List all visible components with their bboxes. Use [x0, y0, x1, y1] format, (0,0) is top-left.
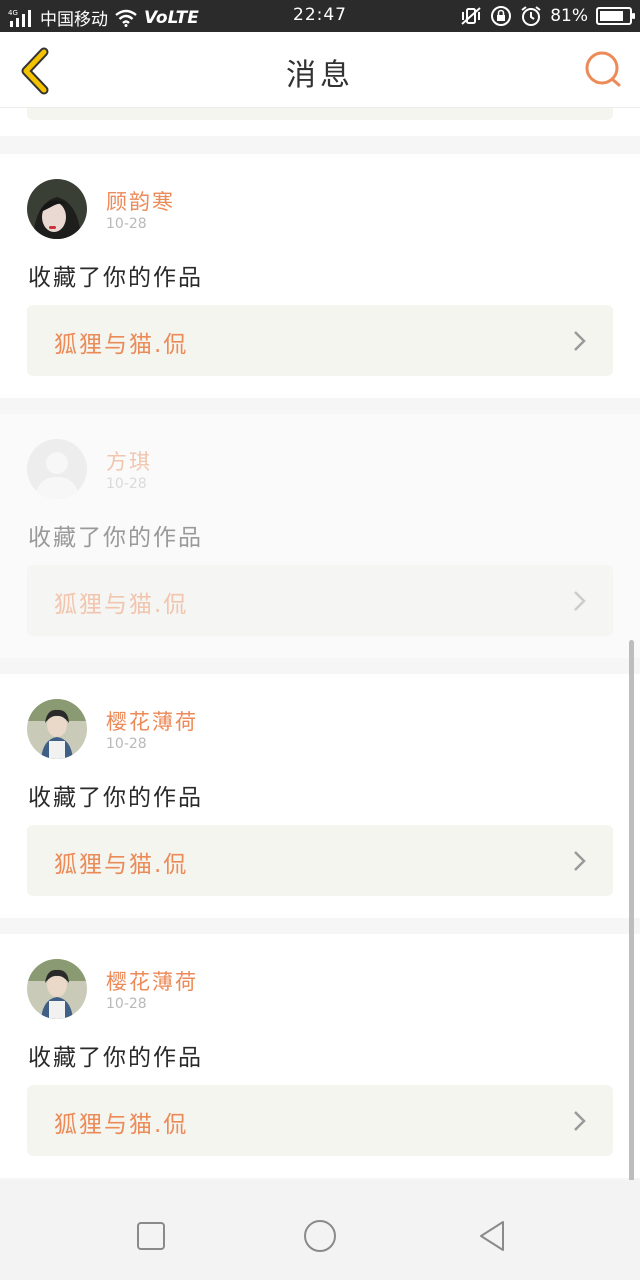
- work-title: 狐狸与猫.侃: [54, 1112, 189, 1138]
- message-date: 10-28: [106, 996, 147, 1012]
- message-text: 收藏了你的作品: [28, 785, 203, 811]
- user-name[interactable]: 顾韵寒: [106, 186, 175, 216]
- scrollbar[interactable]: [629, 640, 634, 1180]
- search-icon[interactable]: [582, 48, 626, 92]
- battery-icon: [596, 7, 635, 25]
- work-link[interactable]: 狐狸与猫.侃: [27, 825, 613, 896]
- list-item[interactable]: 顾韵寒 10-28 收藏了你的作品 狐狸与猫.侃: [0, 154, 640, 398]
- message-date: 10-28: [106, 476, 147, 492]
- message-text: 收藏了你的作品: [28, 1045, 203, 1071]
- alarm-icon: [521, 6, 541, 26]
- message-list[interactable]: 顾韵寒 10-28 收藏了你的作品 狐狸与猫.侃 方琪 10-28 收藏了你的作…: [0, 108, 640, 1180]
- work-title: 狐狸与猫.侃: [54, 592, 189, 618]
- triangle-back-icon[interactable]: [472, 1216, 512, 1256]
- rotation-lock-icon: [491, 6, 512, 26]
- square-icon[interactable]: [131, 1216, 171, 1256]
- work-link[interactable]: 狐狸与猫.侃: [27, 1085, 613, 1156]
- avatar[interactable]: [27, 699, 87, 759]
- chevron-right-icon: [574, 1111, 586, 1131]
- message-text: 收藏了你的作品: [28, 525, 203, 551]
- work-title: 狐狸与猫.侃: [54, 852, 189, 878]
- chevron-right-icon: [574, 331, 586, 351]
- chevron-right-icon: [574, 591, 586, 611]
- message-text: 收藏了你的作品: [28, 265, 203, 291]
- avatar[interactable]: [27, 959, 87, 1019]
- message-date: 10-28: [106, 216, 147, 232]
- avatar[interactable]: [27, 439, 87, 499]
- title-bar: 消息: [0, 32, 640, 108]
- circle-icon[interactable]: [300, 1216, 340, 1256]
- work-link[interactable]: 狐狸与猫.侃: [27, 305, 613, 376]
- status-bar: 4G 中国移动 VoLTE 22:47 81%: [0, 0, 640, 32]
- system-nav-bar: [0, 1180, 640, 1280]
- user-name[interactable]: 樱花薄荷: [106, 966, 198, 996]
- user-name[interactable]: 方琪: [106, 446, 152, 476]
- battery-percent: 81%: [550, 6, 588, 26]
- list-item[interactable]: 樱花薄荷 10-28 收藏了你的作品 狐狸与猫.侃: [0, 934, 640, 1178]
- list-item[interactable]: 樱花薄荷 10-28 收藏了你的作品 狐狸与猫.侃: [0, 674, 640, 918]
- status-right: 81%: [460, 5, 635, 27]
- vibrate-mute-icon: [461, 7, 481, 25]
- chevron-right-icon: [574, 851, 586, 871]
- work-title: 狐狸与猫.侃: [54, 332, 189, 358]
- avatar[interactable]: [27, 179, 87, 239]
- page-title: 消息: [286, 58, 354, 93]
- message-date: 10-28: [106, 736, 147, 752]
- user-name[interactable]: 樱花薄荷: [106, 706, 198, 736]
- list-item[interactable]: 方琪 10-28 收藏了你的作品 狐狸与猫.侃: [0, 414, 640, 658]
- work-link-partial[interactable]: [27, 108, 613, 120]
- list-item-partial: [0, 108, 640, 136]
- work-link[interactable]: 狐狸与猫.侃: [27, 565, 613, 636]
